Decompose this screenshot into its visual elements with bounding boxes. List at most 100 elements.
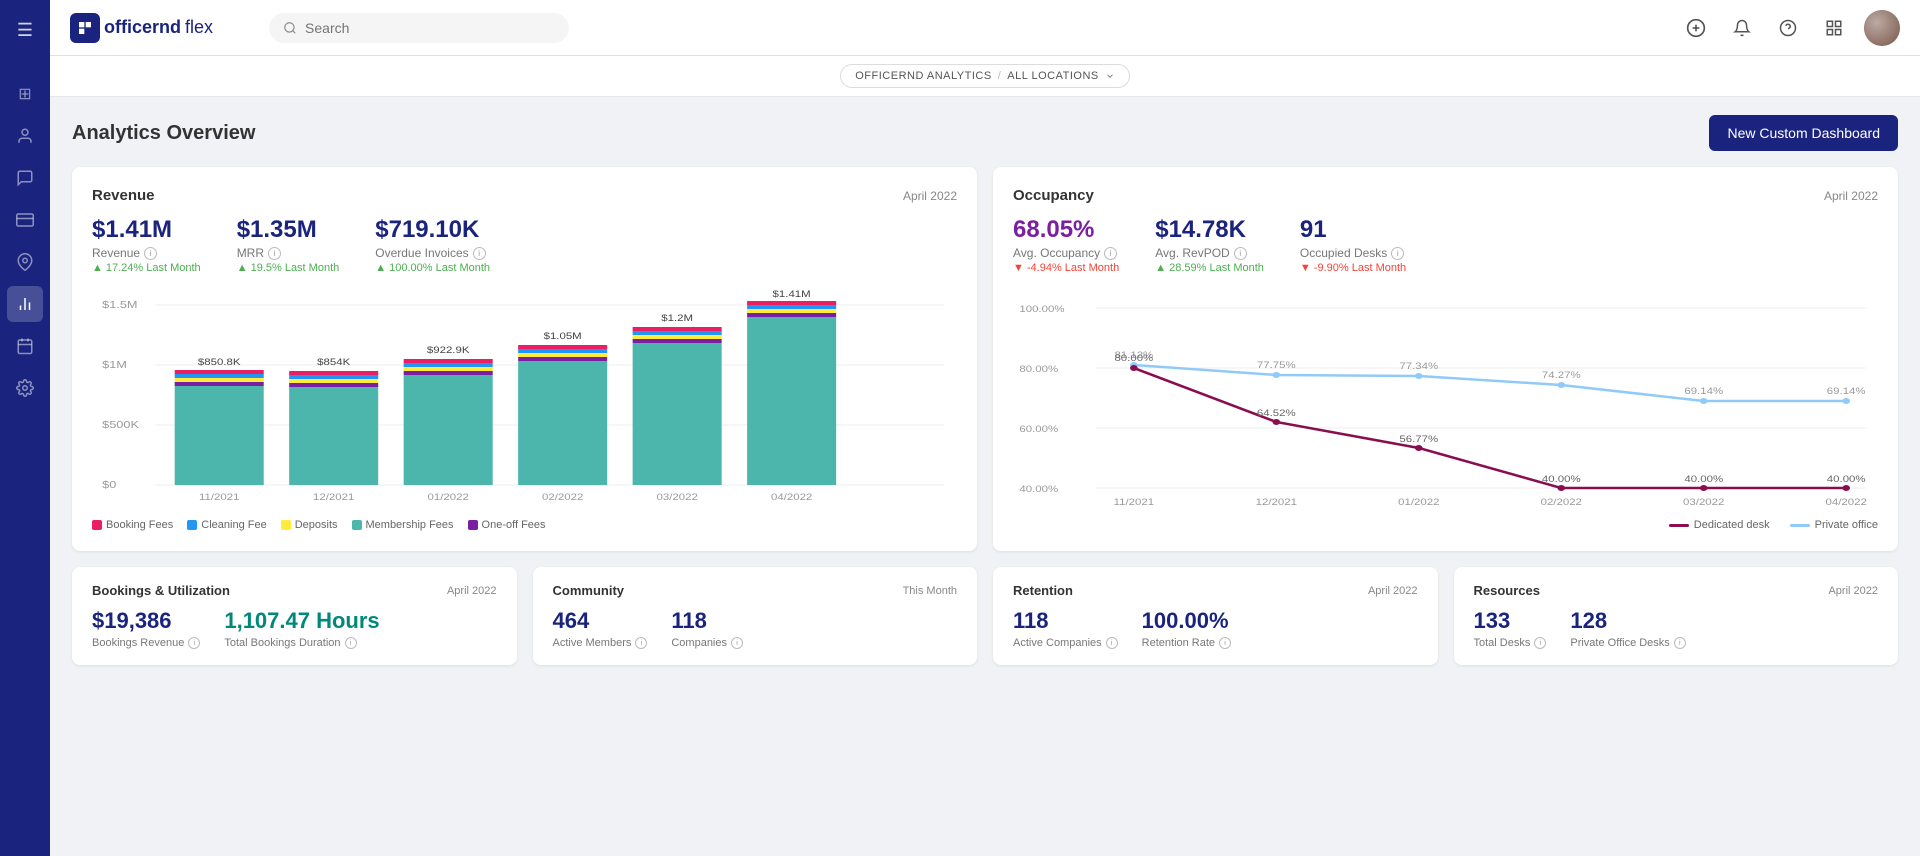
hamburger-icon[interactable]: ☰ — [7, 12, 43, 48]
revenue-metric-value-1: $1.35M — [237, 216, 340, 244]
revenue-metric-info-0[interactable]: i — [144, 247, 157, 260]
svg-text:80.00%: 80.00% — [1114, 354, 1153, 364]
bookings-hours-info[interactable]: i — [345, 637, 357, 649]
card-icon[interactable] — [7, 202, 43, 238]
settings-icon[interactable] — [7, 370, 43, 406]
svg-text:56.77%: 56.77% — [1399, 435, 1438, 445]
location-name: OFFICERND ANALYTICS — [855, 70, 991, 82]
location-bar: OFFICERND ANALYTICS / ALL LOCATIONS — [50, 56, 1920, 97]
occ-metric-1: $14.78K Avg. RevPOD i ▲28.59% Last Month — [1155, 216, 1264, 274]
calendar-icon[interactable] — [7, 328, 43, 364]
svg-text:03/2022: 03/2022 — [1683, 498, 1725, 508]
search-icon — [283, 21, 297, 35]
bookings-revenue-info[interactable]: i — [188, 637, 200, 649]
bookings-hours-value: 1,107.47 Hours — [224, 608, 379, 634]
legend-private-office: Private office — [1790, 519, 1878, 531]
revenue-metric-value-2: $719.10K — [375, 216, 490, 244]
people-icon[interactable] — [7, 118, 43, 154]
occ-info-0[interactable]: i — [1104, 247, 1117, 260]
community-members-label: Active Members — [553, 637, 632, 649]
avatar[interactable] — [1864, 10, 1900, 46]
chart-icon[interactable] — [7, 286, 43, 322]
location-scope: ALL LOCATIONS — [1007, 70, 1098, 82]
svg-text:12/2021: 12/2021 — [1256, 498, 1298, 508]
retention-rate-info[interactable]: i — [1219, 637, 1231, 649]
occ-metric-value-2: 91 — [1300, 216, 1406, 244]
svg-text:01/2022: 01/2022 — [428, 493, 470, 503]
retention-companies-label: Active Companies — [1013, 637, 1102, 649]
resources-card-title: Resources — [1474, 583, 1540, 598]
bookings-revenue-label: Bookings Revenue — [92, 637, 184, 649]
svg-text:69.14%: 69.14% — [1827, 387, 1866, 397]
retention-companies-info[interactable]: i — [1106, 637, 1118, 649]
community-card-title: Community — [553, 583, 625, 598]
add-icon[interactable] — [1680, 12, 1712, 44]
svg-text:$854K: $854K — [317, 358, 350, 368]
page-header: Analytics Overview New Custom Dashboard — [72, 115, 1898, 151]
search-box[interactable] — [269, 13, 569, 43]
occ-info-1[interactable]: i — [1234, 247, 1247, 260]
revenue-card-period: April 2022 — [903, 189, 957, 203]
svg-text:04/2022: 04/2022 — [1826, 498, 1868, 508]
svg-text:$1.2M: $1.2M — [661, 314, 693, 324]
resources-desks-value: 133 — [1474, 608, 1547, 634]
svg-text:74.27%: 74.27% — [1542, 371, 1581, 381]
occupancy-legend: Dedicated desk Private office — [1013, 519, 1878, 531]
svg-text:$922.9K: $922.9K — [427, 346, 470, 356]
svg-text:80.00%: 80.00% — [1019, 365, 1058, 375]
location-pill[interactable]: OFFICERND ANALYTICS / ALL LOCATIONS — [840, 64, 1129, 88]
occ-metric-0: 68.05% Avg. Occupancy i ▼-4.94% Last Mon… — [1013, 216, 1119, 274]
occupancy-line-chart: 100.00% 80.00% 60.00% 40.00% 11/2021 12/… — [1013, 290, 1878, 515]
location-icon[interactable] — [7, 244, 43, 280]
revenue-metric-label-2: Overdue Invoices — [375, 246, 468, 260]
svg-text:40.00%: 40.00% — [1827, 475, 1866, 485]
legend-oneoff-fees: One-off Fees — [468, 519, 546, 531]
retention-rate-value: 100.00% — [1142, 608, 1231, 634]
community-members-value: 464 — [553, 608, 648, 634]
svg-text:02/2022: 02/2022 — [1541, 498, 1583, 508]
svg-text:$1M: $1M — [102, 360, 127, 370]
occ-metric-value-1: $14.78K — [1155, 216, 1264, 244]
occ-info-2[interactable]: i — [1391, 247, 1404, 260]
svg-text:02/2022: 02/2022 — [542, 493, 584, 503]
occ-metric-change-0: ▼-4.94% Last Month — [1013, 262, 1119, 274]
revenue-card: Revenue April 2022 $1.41M Revenue i ▲17.… — [72, 167, 977, 551]
help-icon[interactable] — [1772, 12, 1804, 44]
svg-text:$1.5M: $1.5M — [102, 300, 137, 310]
resources-office-desks-info[interactable]: i — [1674, 637, 1686, 649]
resources-desks-info[interactable]: i — [1534, 637, 1546, 649]
top-navigation: officernd flex — [50, 0, 1920, 56]
search-input[interactable] — [305, 20, 525, 36]
revenue-bar-chart: $1.5M $1M $500K $0 — [92, 290, 957, 515]
new-dashboard-button[interactable]: New Custom Dashboard — [1709, 115, 1898, 151]
svg-text:69.14%: 69.14% — [1684, 387, 1723, 397]
occ-metric-change-1: ▲28.59% Last Month — [1155, 262, 1264, 274]
revenue-metric-2: $719.10K Overdue Invoices i ▲100.00% Las… — [375, 216, 490, 274]
occupancy-card-title: Occupancy — [1013, 187, 1094, 204]
logo-icon — [70, 13, 100, 43]
occ-metric-label-1: Avg. RevPOD — [1155, 246, 1229, 260]
community-companies-info[interactable]: i — [731, 637, 743, 649]
svg-text:77.34%: 77.34% — [1399, 362, 1438, 372]
revenue-metric-label-1: MRR — [237, 246, 264, 260]
svg-text:12/2021: 12/2021 — [313, 493, 355, 503]
svg-text:01/2022: 01/2022 — [1398, 498, 1440, 508]
revenue-metric-info-2[interactable]: i — [473, 247, 486, 260]
bookings-card: Bookings & Utilization April 2022 $19,38… — [72, 567, 517, 665]
svg-text:60.00%: 60.00% — [1019, 425, 1058, 435]
chat-icon[interactable] — [7, 160, 43, 196]
occupancy-card-period: April 2022 — [1824, 189, 1878, 203]
resources-card-period: April 2022 — [1828, 585, 1878, 597]
dashboard-icon[interactable]: ⊞ — [7, 76, 43, 112]
revenue-metric-change-2: ▲100.00% Last Month — [375, 262, 490, 274]
occupancy-metrics-row: 68.05% Avg. Occupancy i ▼-4.94% Last Mon… — [1013, 216, 1878, 274]
occupancy-card: Occupancy April 2022 68.05% Avg. Occupan… — [993, 167, 1898, 551]
apps-icon[interactable] — [1818, 12, 1850, 44]
svg-text:40.00%: 40.00% — [1684, 475, 1723, 485]
revenue-metric-0: $1.41M Revenue i ▲17.24% Last Month — [92, 216, 201, 274]
svg-text:$500K: $500K — [102, 420, 139, 430]
bell-icon[interactable] — [1726, 12, 1758, 44]
occupancy-card-header: Occupancy April 2022 — [1013, 187, 1878, 204]
revenue-metric-info-1[interactable]: i — [268, 247, 281, 260]
community-members-info[interactable]: i — [635, 637, 647, 649]
